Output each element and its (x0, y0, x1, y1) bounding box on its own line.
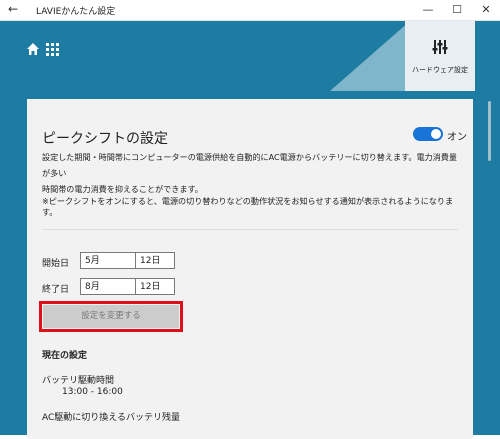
start-day-field[interactable]: 12日 (135, 252, 175, 269)
app-area: ハードウェア設定 ピークシフトの設定 オン 設定した期間・時間帯にコンピューター… (0, 21, 500, 439)
minimize-button[interactable]: — (414, 1, 442, 19)
end-month-field[interactable]: 8月 (80, 278, 136, 295)
scrollbar[interactable] (488, 101, 491, 161)
start-date-label: 開始日 (42, 259, 70, 269)
home-icon[interactable] (26, 41, 40, 60)
end-day-field[interactable]: 12日 (135, 278, 175, 295)
hardware-settings-tile[interactable]: ハードウェア設定 (405, 21, 475, 91)
settings-panel: ピークシフトの設定 オン 設定した期間・時間帯にコンピューターの電源供給を自動的… (27, 99, 473, 439)
decorative-triangle (330, 21, 410, 91)
panel-title: ピークシフトの設定 (42, 131, 168, 147)
battery-time-value: 13:00 - 16:00 (62, 387, 123, 397)
description: 設定した期間・時間帯にコンピューターの電源供給を自動的にAC電源からバッテリーに… (42, 149, 462, 197)
divider (42, 229, 458, 230)
note-text: ※ピークシフトをオンにすると、電源の切り替わりなどの動作状況をお知らせする通知が… (42, 196, 454, 217)
current-settings-heading: 現在の設定 (42, 351, 88, 361)
hardware-tile-label: ハードウェア設定 (412, 66, 468, 74)
back-arrow-icon[interactable]: ← (8, 2, 18, 16)
start-month-field[interactable]: 5月 (80, 252, 136, 269)
apps-grid-icon[interactable] (46, 41, 59, 60)
ac-switch-label: AC駆動に切り換えるバッテリ残量 (42, 413, 181, 423)
title-bar: ← LAVIEかんたん設定 — ☐ ✕ (0, 0, 500, 21)
window-title: LAVIEかんたん設定 (36, 7, 116, 17)
toggle-label: オン (447, 132, 467, 143)
toggle-knob (431, 129, 441, 139)
description-line-1: 設定した期間・時間帯にコンピューターの電源供給を自動的にAC電源からバッテリーに… (42, 152, 457, 178)
description-line-2: 時間帯の電力消費を抑えることができます。 (42, 184, 203, 194)
battery-time-label: バッテリ駆動時間 (42, 376, 115, 386)
maximize-button[interactable]: ☐ (443, 1, 471, 19)
peak-shift-toggle[interactable] (413, 127, 443, 141)
end-date-label: 終了日 (42, 285, 70, 295)
close-button[interactable]: ✕ (472, 1, 500, 19)
apply-settings-button[interactable]: 設定を変更する (43, 305, 179, 328)
sliders-icon (432, 40, 448, 54)
